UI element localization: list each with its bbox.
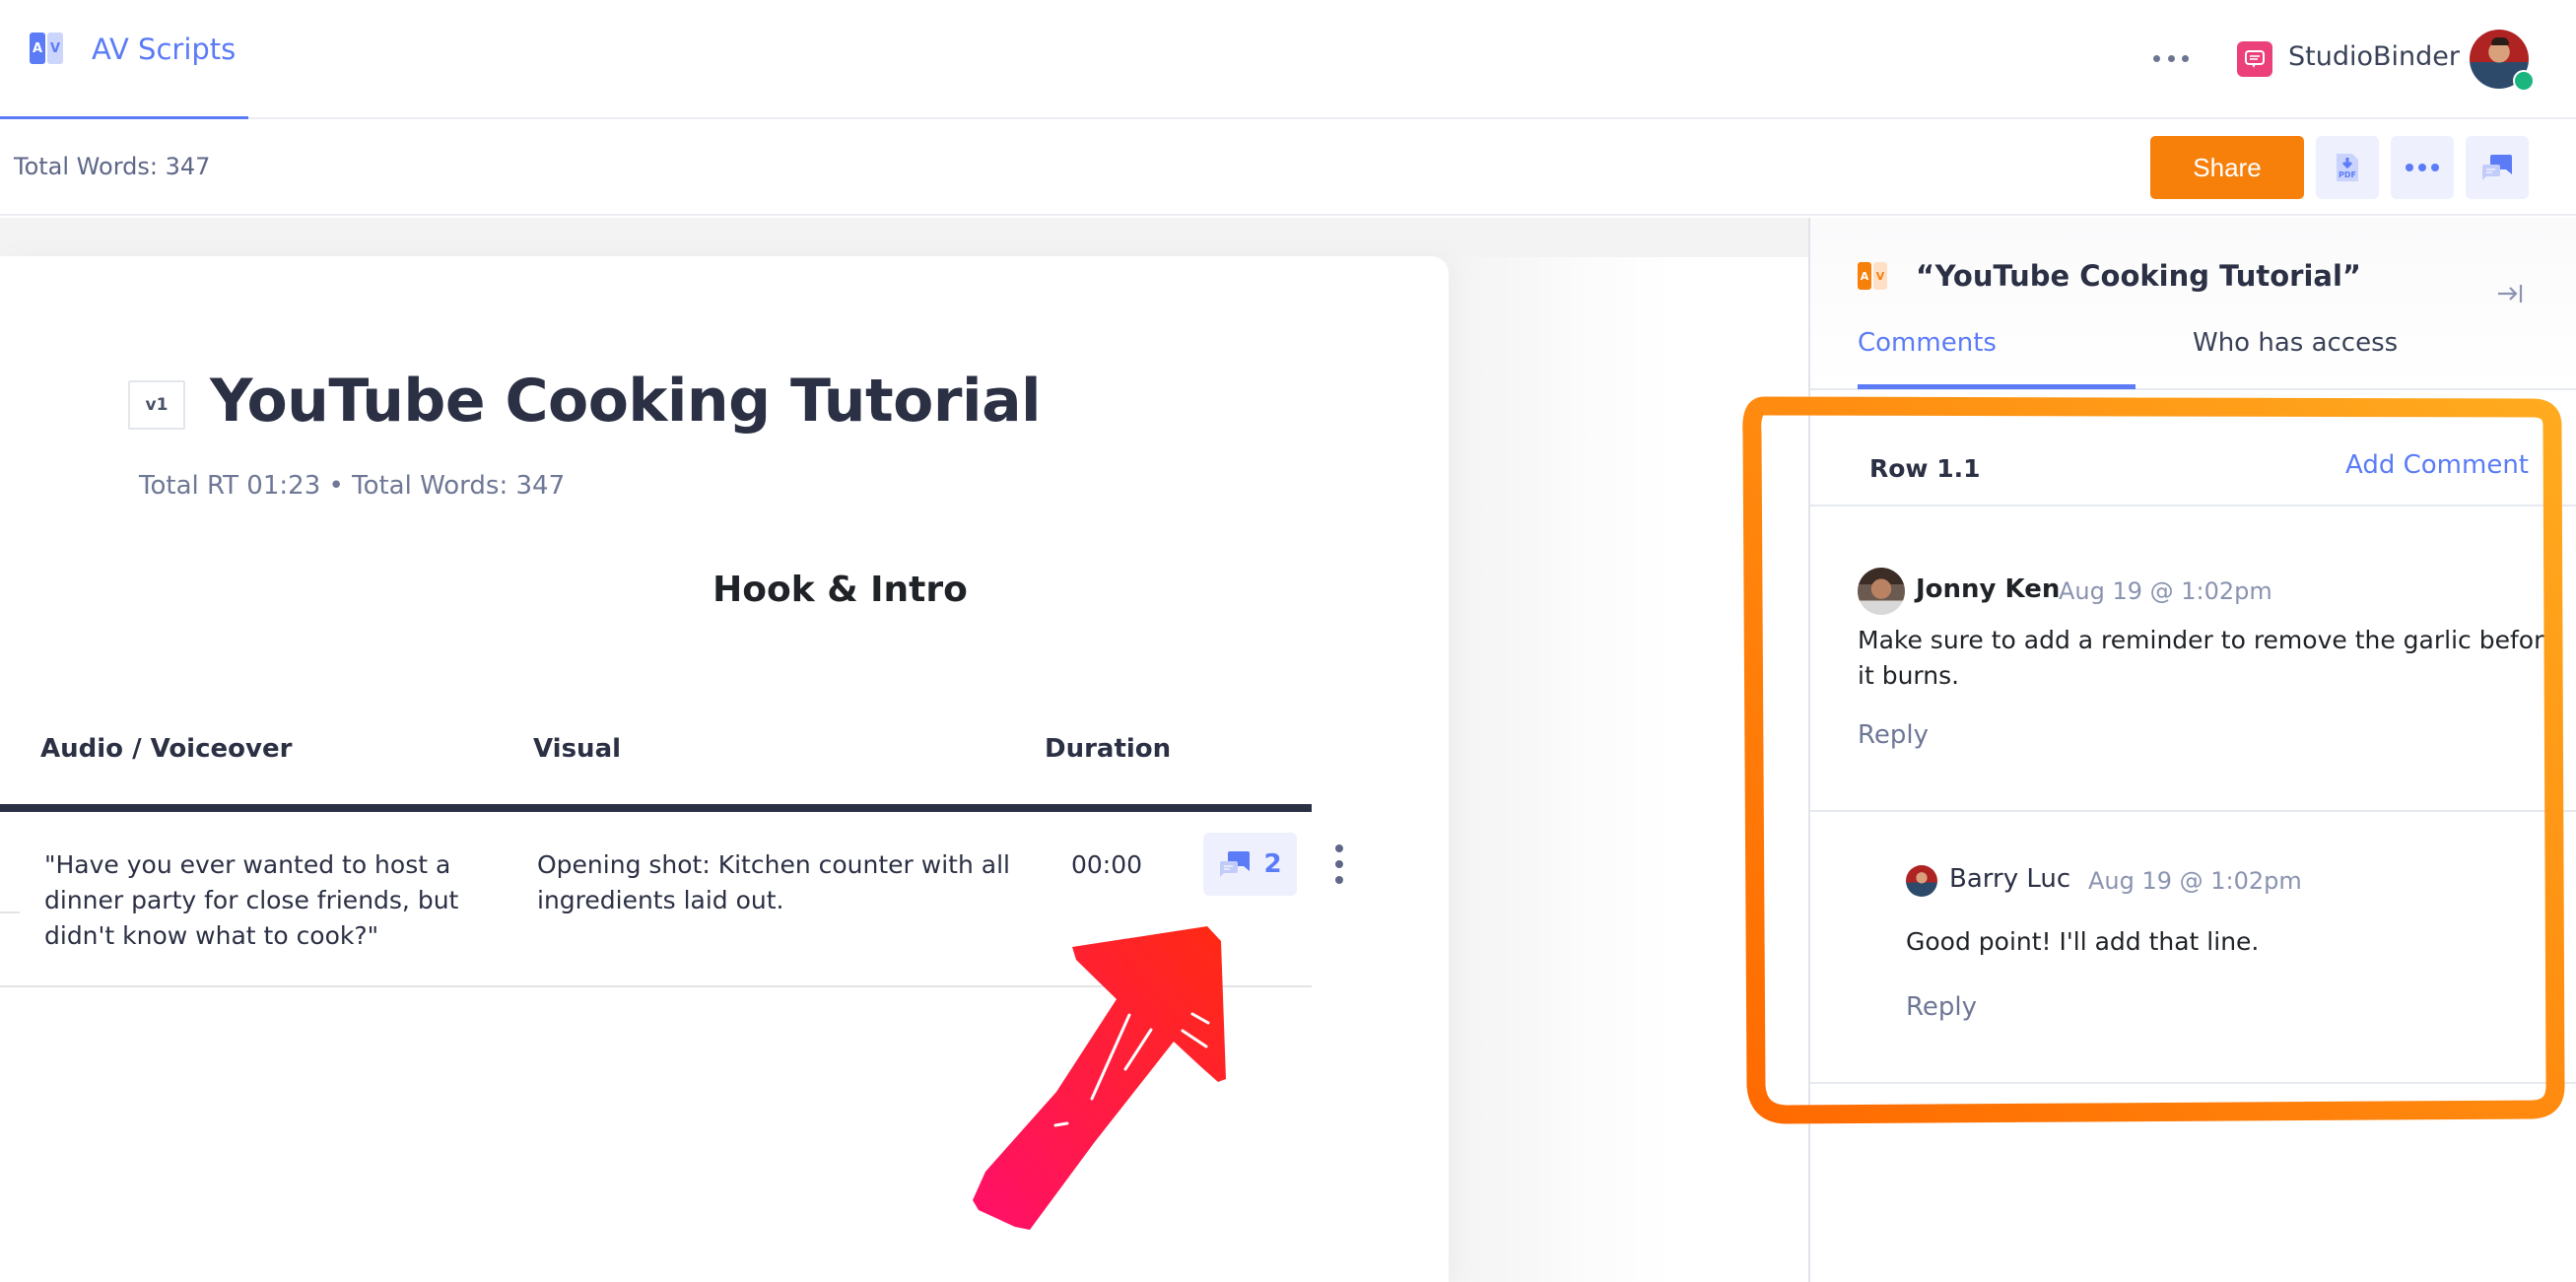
divider (1810, 1082, 2576, 1084)
panel-header: A V “YouTube Cooking Tutorial” Comments … (1810, 218, 2576, 390)
collapse-panel-icon[interactable] (2495, 279, 2525, 308)
tab-av-scripts[interactable]: A V AV Scripts (0, 0, 248, 120)
dot-icon (2153, 54, 2160, 62)
comment-body: Good point! I'll add that line. (1906, 927, 2260, 956)
comment-timestamp: Aug 19 @ 1:02pm (2088, 867, 2302, 895)
audio-cell[interactable]: "Have you ever wanted to host a dinner p… (44, 847, 478, 954)
pdf-download-icon: PDF (2337, 154, 2358, 181)
comment-timestamp: Aug 19 @ 1:02pm (2059, 577, 2272, 605)
reply-link[interactable]: Reply (1858, 720, 1929, 750)
av-scripts-logo-icon: A V (30, 33, 63, 64)
comments-icon (2482, 155, 2512, 180)
comment-body: Make sure to add a reminder to remove th… (1858, 626, 2559, 690)
document-meta: Total RT 01:23 • Total Words: 347 (139, 471, 566, 501)
dot-icon (1335, 860, 1343, 868)
column-header-visual: Visual (533, 734, 622, 764)
export-pdf-button[interactable]: PDF (2316, 136, 2379, 199)
row-more-button[interactable] (1332, 844, 1346, 884)
row-comments-button[interactable]: 2 (1203, 833, 1297, 896)
comments-icon (1220, 851, 1251, 877)
script-document: v1 YouTube Cooking Tutorial Total RT 01:… (0, 256, 1449, 1282)
dot-icon (2182, 54, 2189, 62)
comment-author: Barry Luc (1949, 864, 2071, 894)
dot-icon (2167, 54, 2175, 62)
toolbar: Total Words: 347 Share PDF (0, 119, 2576, 216)
tab-av-scripts-label: AV Scripts (92, 33, 237, 66)
comment-count: 2 (1263, 849, 1282, 879)
dot-icon (1335, 876, 1343, 884)
visual-cell[interactable]: Opening shot: Kitchen counter with all i… (537, 847, 1010, 918)
row-divider (0, 985, 1312, 987)
duration-cell[interactable]: 00:00 (1071, 847, 1142, 883)
svg-text:PDF: PDF (2339, 170, 2356, 179)
share-button[interactable]: Share (2150, 136, 2304, 199)
comment-author: Jonny Ken (1916, 574, 2061, 604)
section-title[interactable]: Hook & Intro (0, 570, 1680, 610)
panel-title: “YouTube Cooking Tutorial” (1916, 259, 2361, 293)
total-words-count: Total Words: 347 (14, 153, 211, 180)
column-header-audio: Audio / Voiceover (40, 734, 293, 764)
nav-more-button[interactable] (2153, 43, 2189, 73)
divider (1810, 810, 2576, 812)
row-handle-line (0, 911, 20, 913)
reply-link[interactable]: Reply (1906, 992, 1977, 1022)
avatar (1858, 568, 1905, 615)
tab-comments[interactable]: Comments (1858, 328, 1997, 358)
column-header-duration: Duration (1045, 734, 1172, 764)
avatar (1906, 865, 1937, 897)
av-scripts-logo-icon: A V (1858, 262, 1887, 290)
comments-panel: A V “YouTube Cooking Tutorial” Comments … (1808, 218, 2576, 1282)
add-comment-link[interactable]: Add Comment (2345, 450, 2529, 480)
tab-who-has-access[interactable]: Who has access (2193, 328, 2398, 358)
toggle-comments-button[interactable] (2466, 136, 2529, 199)
more-horizontal-icon (2406, 164, 2439, 171)
top-nav: A V AV Scripts StudioBinder (0, 0, 2576, 120)
workspace-chat-icon[interactable] (2237, 41, 2272, 77)
online-status-indicator (2513, 70, 2535, 92)
workspace-name[interactable]: StudioBinder (2288, 41, 2460, 72)
document-title[interactable]: YouTube Cooking Tutorial (210, 367, 1042, 436)
header-divider (0, 804, 1312, 812)
thread-row-label: Row 1.1 (1869, 454, 1981, 483)
dot-icon (1335, 844, 1343, 852)
divider (1810, 505, 2576, 506)
toolbar-more-button[interactable] (2391, 136, 2454, 199)
active-tab-indicator (1858, 384, 2135, 389)
version-badge[interactable]: v1 (128, 380, 185, 430)
